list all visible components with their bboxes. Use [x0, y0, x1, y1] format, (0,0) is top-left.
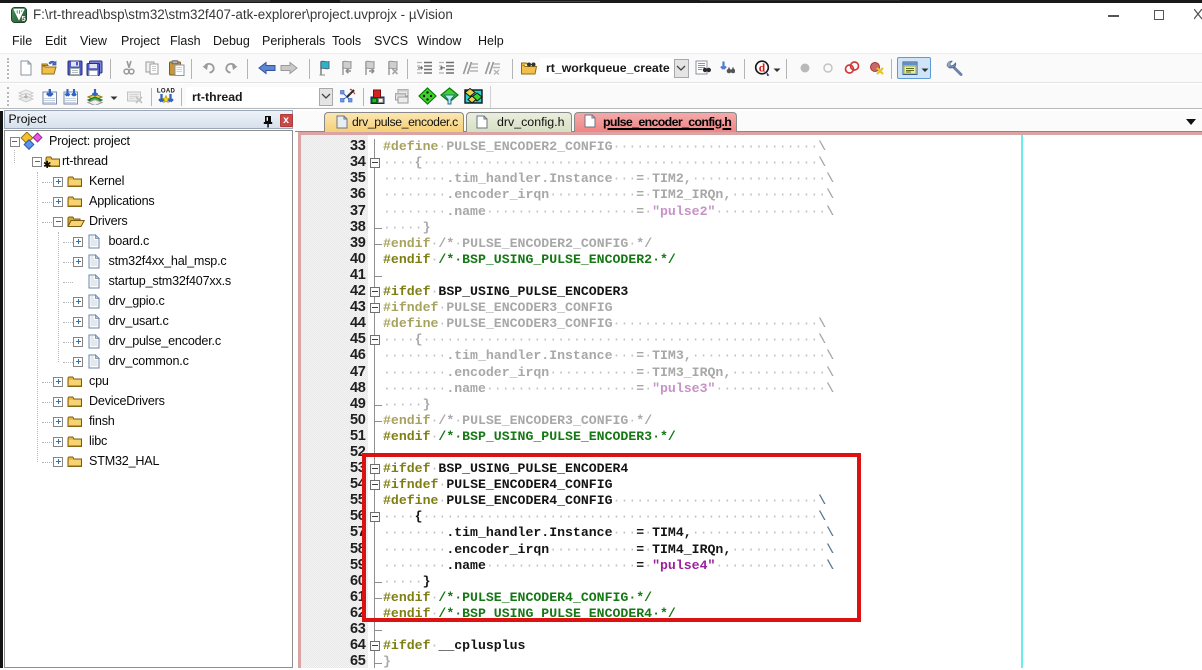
- svg-text:5: 5: [22, 14, 26, 23]
- svg-text:LOAD: LOAD: [157, 89, 176, 95]
- svg-text:d: d: [759, 63, 766, 75]
